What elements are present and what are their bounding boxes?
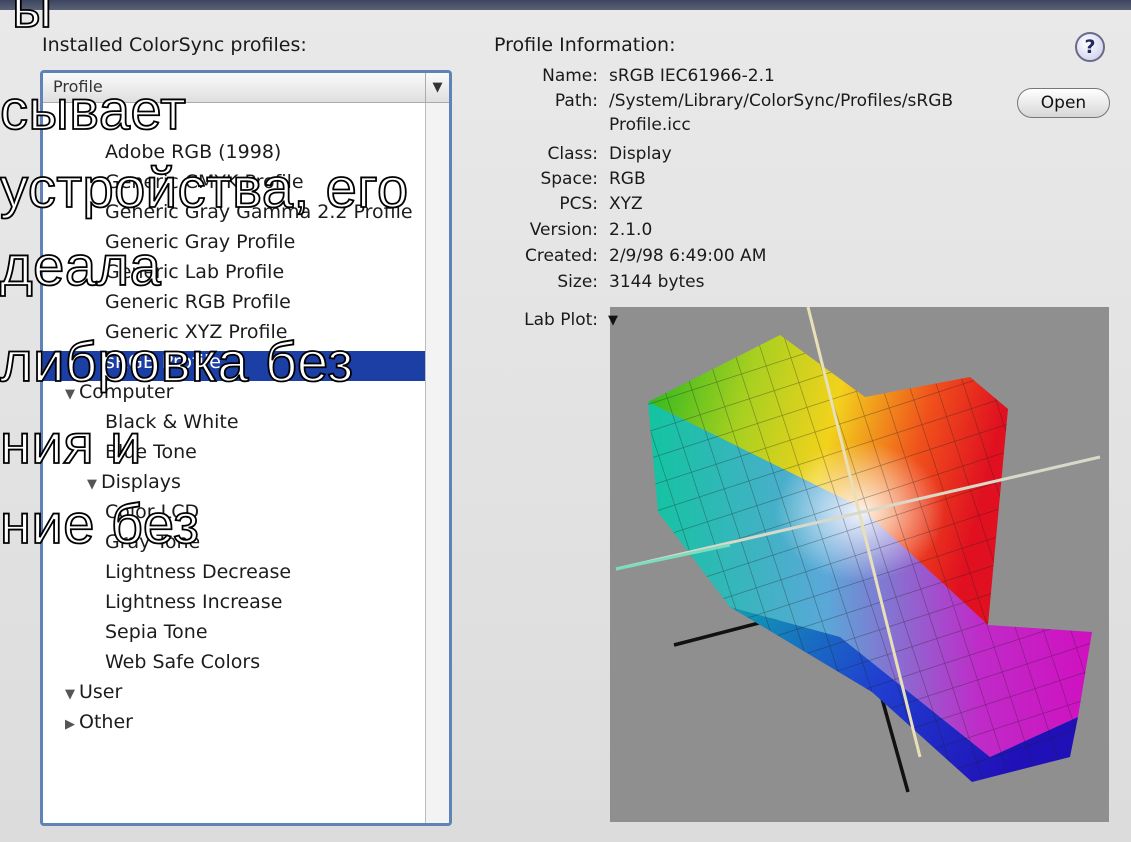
list-item-label: Web Safe Colors — [105, 651, 261, 673]
overlay-line-5: либровка без — [0, 330, 354, 393]
created-value: 2/9/98 6:49:00 AM — [609, 246, 767, 266]
created-key: Created: — [524, 246, 598, 266]
overlay-line-7: ние без — [0, 492, 200, 555]
path-value-line2: Profile.icc — [609, 115, 691, 135]
list-item[interactable]: Lightness Increase — [43, 591, 425, 621]
size-key: Size: — [557, 272, 598, 292]
size-value: 3144 bytes — [609, 272, 705, 292]
version-value: 2.1.0 — [609, 220, 653, 240]
list-group-row[interactable]: ▶ Other — [43, 711, 425, 741]
overlay-line-2: сывает — [0, 78, 187, 141]
open-button[interactable]: Open — [1017, 88, 1110, 118]
name-key: Name: — [542, 66, 598, 86]
version-key: Version: — [529, 220, 598, 240]
lab-plot-graphic[interactable] — [610, 307, 1109, 822]
list-item[interactable]: Web Safe Colors — [43, 651, 425, 681]
list-item-label: Other — [79, 711, 133, 733]
space-value: RGB — [609, 169, 646, 189]
name-value: sRGB IEC61966-2.1 — [609, 66, 775, 86]
list-item-label: Sepia Tone — [105, 621, 208, 643]
lab-plot-menu-icon[interactable]: ▼ — [608, 313, 618, 328]
list-item[interactable]: Lightness Decrease — [43, 561, 425, 591]
overlay-line-3: устройства, его — [0, 156, 409, 219]
path-key: Path: — [554, 91, 598, 111]
profile-information-label: Profile Information: — [494, 34, 676, 56]
pcs-value: XYZ — [609, 194, 643, 214]
help-button[interactable]: ? — [1075, 32, 1105, 62]
overlay-line-1: ы — [11, 0, 53, 39]
list-item-label: Lightness Decrease — [105, 561, 292, 583]
scrollbar[interactable] — [425, 103, 449, 823]
list-item-label: User — [79, 681, 123, 703]
pcs-key: PCS: — [559, 194, 598, 214]
list-group-row[interactable]: ▼ User — [43, 681, 425, 711]
disclosure-expanded-icon[interactable]: ▼ — [87, 477, 101, 492]
space-key: Space: — [540, 169, 598, 189]
class-key: Class: — [547, 144, 598, 164]
installed-profiles-label: Installed ColorSync profiles: — [42, 34, 307, 56]
list-item[interactable]: Sepia Tone — [43, 621, 425, 651]
class-value: Display — [609, 144, 672, 164]
disclosure-expanded-icon[interactable]: ▼ — [65, 687, 79, 702]
list-item-label: Lightness Increase — [105, 591, 283, 613]
path-value-line1: /System/Library/ColorSync/Profiles/sRGB — [609, 91, 954, 111]
lab-plot[interactable] — [610, 307, 1109, 822]
title-strip — [0, 0, 1131, 10]
column-menu-icon[interactable]: ▼ — [425, 73, 449, 102]
overlay-line-4: деала — [0, 234, 162, 297]
lab-plot-key: Lab Plot: — [524, 310, 598, 330]
help-icon: ? — [1084, 36, 1096, 58]
overlay-line-6: ния и — [0, 412, 142, 475]
disclosure-collapsed-icon[interactable]: ▶ — [65, 717, 79, 732]
